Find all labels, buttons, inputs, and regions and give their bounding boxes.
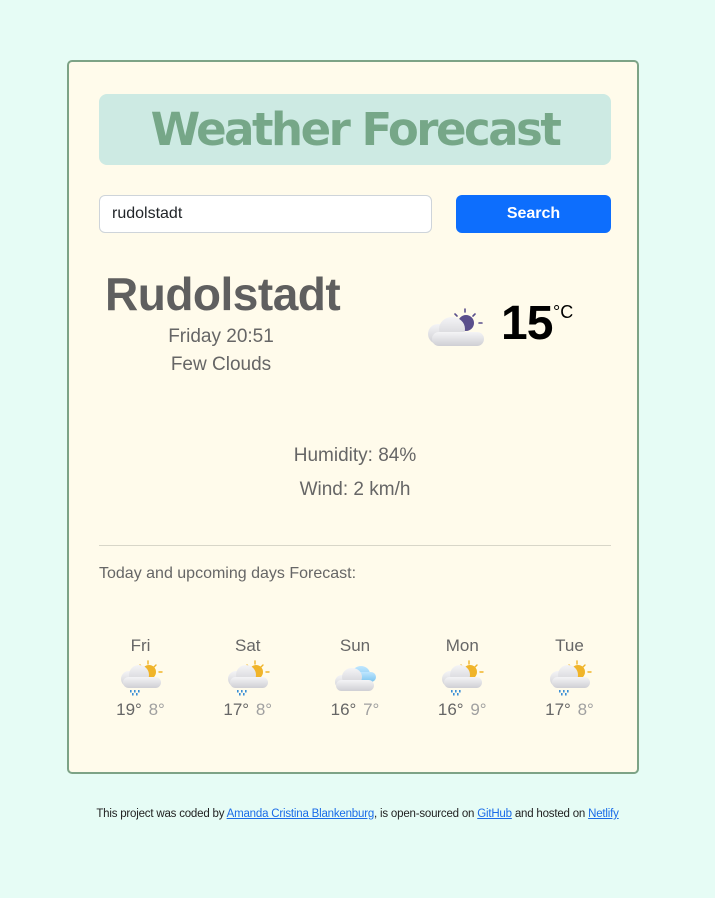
rain-sun-icon <box>548 660 592 696</box>
forecast-day-name: Sun <box>339 636 371 655</box>
rain-sun-icon <box>227 660 270 696</box>
rain-sun-icon <box>119 660 163 696</box>
forecast-max: 17° <box>545 700 571 719</box>
page-title: Weather Forecast <box>150 103 562 156</box>
divider <box>99 545 611 546</box>
forecast-min: 9° <box>470 700 487 719</box>
forecast-max: 19° <box>116 700 142 719</box>
forecast-day-name: Tue <box>555 636 584 655</box>
city-name: Rudolstadt <box>105 268 341 320</box>
weather-description: Few Clouds <box>170 354 272 375</box>
author-link[interactable]: Amanda Cristina Blankenburg <box>227 808 375 820</box>
forecast-day: Sat 17° 8° <box>194 636 301 720</box>
forecast-max: 16° <box>330 700 357 719</box>
github-link[interactable]: GitHub <box>477 808 512 820</box>
forecast-min: 8° <box>148 700 165 719</box>
search-button[interactable]: Search <box>456 195 611 233</box>
city-search-input[interactable] <box>99 195 432 233</box>
forecast-min: 7° <box>363 700 380 719</box>
humidity: Humidity: 84% <box>293 445 417 466</box>
forecast-min: 8° <box>255 700 273 719</box>
forecast-min: 8° <box>577 700 594 719</box>
footer: This project was coded by Amanda Cristin… <box>0 808 715 820</box>
forecast-day: Tue 17° 8° <box>516 636 623 720</box>
forecast-day: Mon 16° 9° <box>409 636 516 720</box>
temperature-unit: °C <box>553 302 574 322</box>
forecast-heading: Today and upcoming days Forecast: <box>99 565 357 582</box>
wind-speed: Wind: 2 km/h <box>299 479 411 500</box>
current-datetime: Friday 20:51 <box>168 326 274 347</box>
cloudy-icon <box>335 666 376 691</box>
forecast-day: Fri 19° 8° <box>87 636 194 720</box>
forecast-day-name: Mon <box>445 636 479 655</box>
header-banner: Weather Forecast <box>99 94 611 165</box>
rain-sun-icon <box>441 660 484 696</box>
forecast-day-name: Fri <box>130 636 151 655</box>
footer-text: This project was coded by <box>96 808 227 820</box>
few-clouds-night-icon <box>428 308 484 346</box>
forecast-day: Sun 16° 7° <box>302 636 409 720</box>
forecast-list: Fri 19° 8° Sat 17° 8° Sun 16° 7° Mon 16°… <box>87 636 623 720</box>
footer-text: and hosted on <box>511 808 589 820</box>
netlify-link[interactable]: Netlify <box>588 808 619 820</box>
forecast-max: 16° <box>437 700 464 719</box>
forecast-day-name: Sat <box>234 636 261 655</box>
current-temperature: 15 <box>501 297 553 350</box>
forecast-max: 17° <box>223 700 250 719</box>
footer-text: , is open-sourced on <box>374 808 478 820</box>
weather-card: Weather Forecast Search Rudolstadt Frida… <box>67 60 639 774</box>
